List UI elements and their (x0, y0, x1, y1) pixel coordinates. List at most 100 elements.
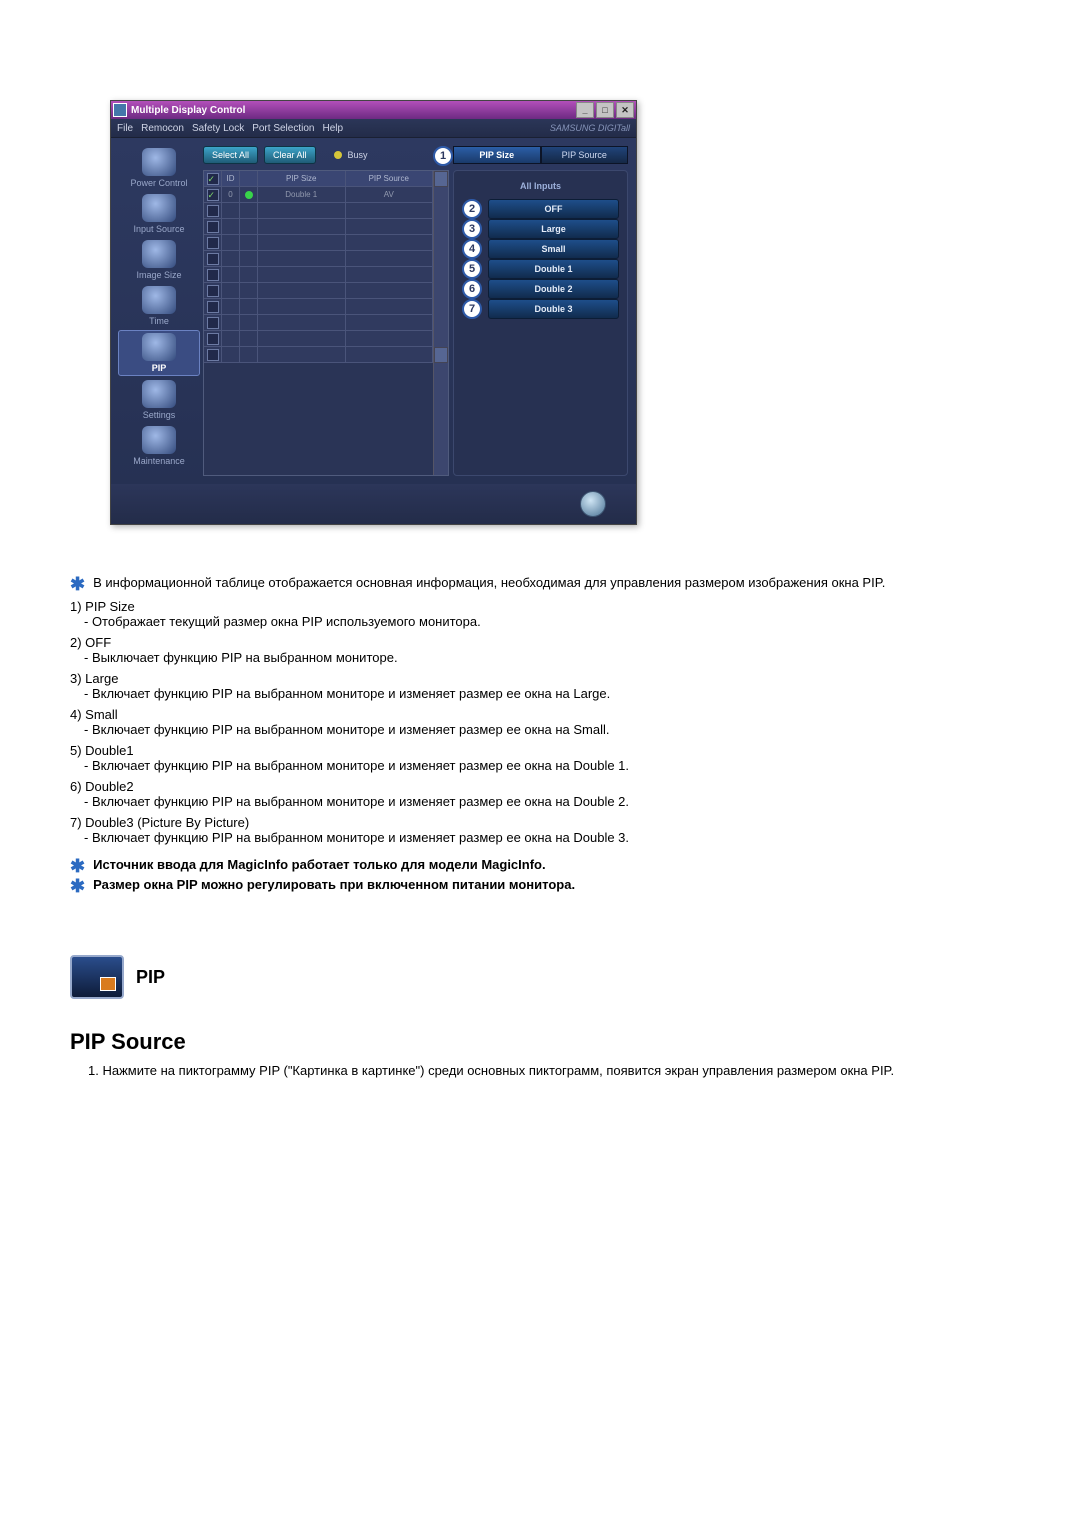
list-item-title: 6) Double2 (70, 779, 1020, 794)
cell-id: 0 (222, 187, 240, 203)
cell-pip-source (346, 267, 434, 283)
pip-option-row: 3 Large (462, 219, 619, 239)
minimize-button[interactable]: _ (576, 102, 594, 118)
nav-input-source[interactable]: Input Source (119, 192, 199, 236)
list-item: 3) Large- Включает функцию PIP на выбран… (70, 671, 1020, 701)
left-nav: Power Control Input Source Image Size Ti… (119, 146, 199, 476)
col-status[interactable] (240, 171, 258, 187)
nav-maintenance[interactable]: Maintenance (119, 424, 199, 468)
table-row[interactable]: 0 Double 1AV (204, 187, 433, 203)
table-row[interactable] (204, 331, 433, 347)
col-pip-source[interactable]: PIP Source (346, 171, 434, 187)
nav-power-control[interactable]: Power Control (119, 146, 199, 190)
select-all-button[interactable]: Select All (203, 146, 258, 164)
scroll-down-icon[interactable] (434, 347, 448, 363)
table-row[interactable] (204, 299, 433, 315)
nav-label: Maintenance (119, 456, 199, 466)
cell-pip-size (258, 235, 346, 251)
nav-time[interactable]: Time (119, 284, 199, 328)
note1-text: Источник ввода для MagicInfo работает то… (93, 857, 546, 872)
menu-remocon[interactable]: Remocon (141, 123, 184, 134)
all-inputs-label: All Inputs (462, 181, 619, 191)
table-row[interactable] (204, 283, 433, 299)
settings-icon (142, 380, 176, 408)
menu-safety-lock[interactable]: Safety Lock (192, 123, 244, 134)
ol-text: Нажмите на пиктограмму PIP ("Картинка в … (102, 1063, 894, 1078)
cell-pip-source: AV (346, 187, 434, 203)
nav-label: Settings (119, 410, 199, 420)
table-row[interactable] (204, 251, 433, 267)
row-checkbox[interactable] (207, 237, 219, 249)
pip-option-row: 4 Small (462, 239, 619, 259)
cell-pip-size: Double 1 (258, 187, 346, 203)
tab-pip-source[interactable]: PIP Source (541, 146, 629, 164)
intro-note: ✱ В информационной таблице отображается … (70, 575, 1020, 593)
menu-file[interactable]: File (117, 123, 133, 134)
pip-section-icon-row: PIP (70, 955, 1020, 999)
nav-label: Input Source (119, 224, 199, 234)
nav-image-size[interactable]: Image Size (119, 238, 199, 282)
table-row[interactable] (204, 267, 433, 283)
pip-option-row: 2 OFF (462, 199, 619, 219)
row-checkbox[interactable] (207, 317, 219, 329)
app-icon (113, 103, 127, 117)
star-icon: ✱ (70, 575, 85, 593)
callout-2: 2 (462, 199, 482, 219)
callout-5: 5 (462, 259, 482, 279)
row-checkbox[interactable] (207, 333, 219, 345)
pip-option-button[interactable]: Double 3 (488, 299, 619, 319)
cell-status (240, 331, 258, 347)
close-button[interactable]: ✕ (616, 102, 634, 118)
scrollbar[interactable] (433, 171, 448, 475)
nav-pip[interactable]: PIP (118, 330, 200, 376)
row-checkbox[interactable] (207, 221, 219, 233)
table-row[interactable] (204, 347, 433, 363)
table-row[interactable] (204, 235, 433, 251)
row-checkbox[interactable] (207, 253, 219, 265)
menu-help[interactable]: Help (322, 123, 343, 134)
cell-pip-size (258, 315, 346, 331)
col-id[interactable]: ID (222, 171, 240, 187)
row-checkbox[interactable] (207, 285, 219, 297)
pip-option-button[interactable]: Double 2 (488, 279, 619, 299)
table-toolbar: Select All Clear All Busy (203, 146, 449, 164)
nav-settings[interactable]: Settings (119, 378, 199, 422)
cell-status (240, 219, 258, 235)
table-row[interactable] (204, 219, 433, 235)
list-item-title: 5) Double1 (70, 743, 1020, 758)
callout-6: 6 (462, 279, 482, 299)
cell-id (222, 283, 240, 299)
row-checkbox[interactable] (207, 189, 219, 201)
callout-3: 3 (462, 219, 482, 239)
maximize-button[interactable]: □ (596, 102, 614, 118)
table-row[interactable] (204, 315, 433, 331)
row-checkbox[interactable] (207, 301, 219, 313)
row-checkbox[interactable] (207, 349, 219, 361)
col-check[interactable] (204, 171, 222, 187)
list-item-title: 3) Large (70, 671, 1020, 686)
scroll-up-icon[interactable] (434, 171, 448, 187)
cell-id (222, 347, 240, 363)
nav-label: Image Size (119, 270, 199, 280)
cell-status (240, 187, 258, 203)
list-item-desc: - Включает функцию PIP на выбранном мони… (70, 758, 1020, 773)
pip-option-button[interactable]: OFF (488, 199, 619, 219)
pip-option-button[interactable]: Small (488, 239, 619, 259)
row-checkbox[interactable] (207, 205, 219, 217)
display-table: ID PIP Size PIP Source 0 Double 1AV (203, 170, 449, 476)
clear-all-button[interactable]: Clear All (264, 146, 316, 164)
titlebar[interactable]: Multiple Display Control _ □ ✕ (111, 101, 636, 119)
ol-num: 1. (88, 1063, 99, 1078)
col-pip-size[interactable]: PIP Size (258, 171, 346, 187)
table-row[interactable] (204, 203, 433, 219)
row-checkbox[interactable] (207, 269, 219, 281)
pip-option-button[interactable]: Double 1 (488, 259, 619, 279)
menu-port-selection[interactable]: Port Selection (252, 123, 314, 134)
callout-4: 4 (462, 239, 482, 259)
tab-pip-size[interactable]: PIP Size (453, 146, 541, 164)
right-body: All Inputs 2 OFF 3 Large 4 Small 5 Double 1 6 Dou… (453, 170, 628, 476)
cell-id (222, 235, 240, 251)
pip-option-button[interactable]: Large (488, 219, 619, 239)
cell-status (240, 203, 258, 219)
cell-pip-source (346, 203, 434, 219)
